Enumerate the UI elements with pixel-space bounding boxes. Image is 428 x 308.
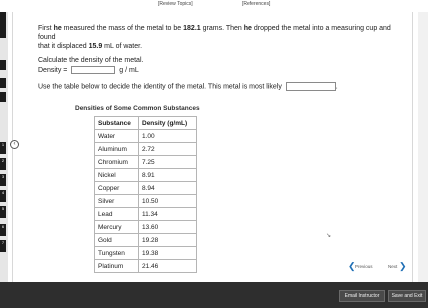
substance-cell: Nickel	[94, 168, 139, 182]
density-cell: 1.00	[138, 129, 197, 143]
substance-cell: Tungsten	[94, 246, 139, 260]
pronoun: he	[243, 25, 252, 32]
rail-item[interactable]: 4	[0, 190, 6, 202]
density-input[interactable]	[71, 66, 116, 75]
density-cell: 11.34	[138, 207, 197, 221]
question-prompt: First he measured the mass of the metal …	[38, 24, 410, 51]
prompt-text: First	[38, 25, 54, 32]
email-instructor-button[interactable]: Email Instructor	[339, 290, 385, 302]
right-rail	[418, 12, 428, 282]
substance-cell: Water	[94, 129, 139, 143]
rail-item[interactable]	[0, 92, 6, 102]
rail-item-number: 4	[1, 190, 5, 195]
rail-item[interactable]: 3	[0, 174, 6, 186]
prompt-text: grams. Then	[200, 25, 244, 32]
density-table: Substance Density (g/mL) Water 1.00 Alumi…	[94, 116, 197, 273]
previous-button[interactable]: Previous	[355, 264, 373, 269]
column-header: Substance	[94, 116, 139, 130]
density-cell: 19.28	[138, 233, 197, 247]
table-row: Chromium 7.25	[94, 155, 197, 169]
density-cell: 13.60	[138, 220, 197, 234]
table-header-row: Substance Density (g/mL)	[94, 116, 197, 130]
density-cell: 2.72	[138, 142, 197, 156]
substance-cell: Platinum	[94, 259, 139, 273]
chevron-right-icon[interactable]: ❯	[399, 262, 407, 271]
table-row: Mercury 13.60	[94, 220, 197, 234]
volume-value: 15.9	[88, 43, 103, 50]
density-instruction: Calculate the density of the metal.	[38, 57, 144, 64]
substance-cell: Chromium	[94, 155, 139, 169]
substance-cell: Aluminum	[94, 142, 139, 156]
table-row: Gold 19.28	[94, 233, 197, 247]
prompt-text: .	[335, 83, 338, 91]
substance-cell: Gold	[94, 233, 139, 247]
question-nav-rail: 1 2 3 4 5 6 7	[0, 12, 8, 282]
rail-item[interactable]: 1	[0, 142, 6, 154]
pronoun: he	[53, 25, 62, 32]
prompt-text: Use the table below to decide the identi…	[38, 83, 282, 91]
rail-item-number: 7	[1, 240, 5, 245]
rail-item-number: 1	[1, 142, 5, 147]
rail-item-number: 3	[1, 174, 5, 179]
table-row: Water 1.00	[94, 129, 197, 143]
rail-item[interactable]: 2	[0, 158, 6, 170]
next-button[interactable]: Next	[388, 264, 397, 269]
rail-item-number: 6	[1, 224, 5, 229]
density-cell: 10.50	[138, 194, 197, 208]
collapse-panel-button[interactable]: ‹	[10, 140, 19, 149]
prompt-text: measured the mass of the metal to be	[61, 25, 184, 32]
cursor-icon: ↘	[326, 233, 332, 239]
table-row: Silver 10.50	[94, 194, 197, 208]
density-unit: g / mL	[119, 67, 139, 74]
table-row: Aluminum 2.72	[94, 142, 197, 156]
rail-item[interactable]	[0, 78, 6, 88]
table-row: Tungsten 19.38	[94, 246, 197, 260]
rail-item-number: 5	[1, 206, 5, 211]
density-cell: 21.46	[138, 259, 197, 273]
density-cell: 8.91	[138, 168, 197, 182]
substance-cell: Silver	[94, 194, 139, 208]
identity-input[interactable]	[285, 82, 336, 91]
table-row: Copper 8.94	[94, 181, 197, 195]
density-cell: 7.25	[138, 155, 197, 169]
identity-prompt: Use the table below to decide the identi…	[38, 82, 338, 91]
density-cell: 8.94	[138, 181, 197, 195]
substance-cell: Copper	[94, 181, 139, 195]
review-topics-link[interactable]: [Review Topics]	[158, 1, 193, 7]
table-title: Densities of Some Common Substances	[75, 105, 200, 112]
substance-cell: Lead	[94, 207, 139, 221]
table-row: Lead 11.34	[94, 207, 197, 221]
prompt-text: that it displaced	[38, 43, 89, 50]
substance-cell: Mercury	[94, 220, 139, 234]
table-row: Nickel 8.91	[94, 168, 197, 182]
density-answer-row: Density = g / mL	[38, 66, 139, 75]
density-label: Density =	[38, 67, 68, 74]
rail-item[interactable]	[0, 12, 6, 38]
rail-item[interactable]: 5	[0, 206, 6, 218]
save-and-exit-button[interactable]: Save and Exit	[388, 290, 426, 302]
column-header: Density (g/mL)	[138, 116, 197, 130]
prompt-text: mL of water.	[102, 43, 143, 50]
divider	[412, 12, 413, 282]
density-cell: 19.38	[138, 246, 197, 260]
rail-item[interactable]	[0, 60, 6, 70]
chevron-left-icon: ‹	[13, 141, 16, 147]
references-link[interactable]: [References]	[242, 1, 270, 7]
rail-item-number: 2	[1, 158, 5, 163]
rail-item[interactable]	[0, 248, 6, 251]
mass-value: 182.1	[183, 25, 201, 32]
top-bar: [Review Topics] [References]	[0, 0, 428, 12]
rail-item[interactable]: 6	[0, 224, 6, 236]
table-row: Platinum 21.46	[94, 259, 197, 273]
